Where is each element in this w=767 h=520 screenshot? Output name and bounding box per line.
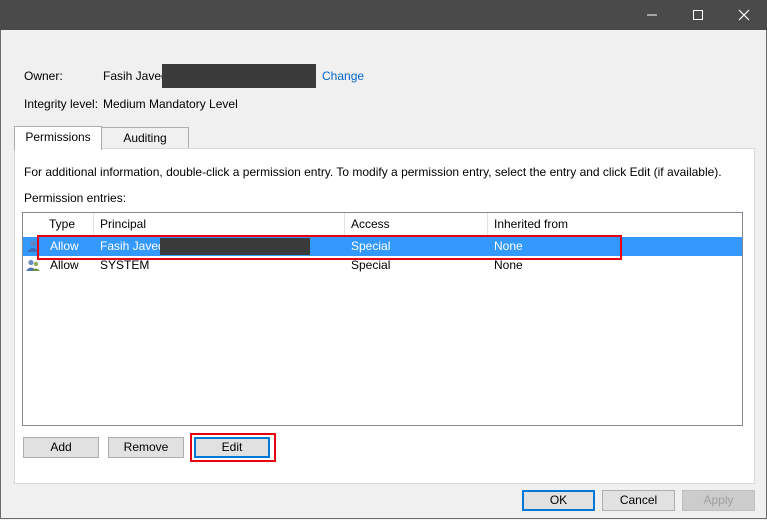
integrity-value: Medium Mandatory Level (103, 97, 238, 111)
edit-button[interactable]: Edit (194, 437, 270, 458)
users-group-icon (26, 259, 40, 271)
apply-button[interactable]: Apply (682, 490, 755, 511)
cell-type: Allow (50, 239, 79, 253)
column-header-type[interactable]: Type (43, 213, 94, 235)
cell-access: Special (351, 258, 391, 272)
title-bar (0, 0, 767, 30)
remove-button[interactable]: Remove (108, 437, 184, 458)
column-header-principal[interactable]: Principal (94, 213, 345, 235)
change-owner-link[interactable]: Change (322, 69, 364, 83)
add-button[interactable]: Add (23, 437, 99, 458)
column-header-access[interactable]: Access (345, 213, 488, 235)
tab-auditing[interactable]: Auditing (101, 127, 189, 149)
cell-principal: SYSTEM (100, 258, 150, 272)
cell-inherited: None (494, 239, 523, 253)
maximize-button[interactable] (675, 0, 721, 30)
tab-permissions[interactable]: Permissions (14, 126, 102, 150)
redaction-bar (162, 64, 316, 88)
info-text: For additional information, double-click… (24, 165, 722, 179)
column-header-inherited[interactable]: Inherited from (488, 213, 742, 235)
owner-name: Fasih Javed (103, 69, 168, 83)
user-icon (27, 240, 39, 252)
table-row[interactable]: Allow SYSTEM Special None (23, 256, 742, 275)
ok-button[interactable]: OK (522, 490, 595, 511)
cell-principal: Fasih Javed (100, 239, 165, 253)
close-button[interactable] (721, 0, 767, 30)
maximize-icon (693, 10, 703, 20)
redaction-bar (160, 238, 310, 255)
close-icon (738, 9, 750, 21)
cell-type: Allow (50, 258, 79, 272)
minimize-button[interactable] (629, 0, 675, 30)
permission-entries-label: Permission entries: (24, 191, 127, 205)
permission-entries-list[interactable]: Type Principal Access Inherited from All… (22, 212, 743, 426)
integrity-label: Integrity level: (24, 97, 99, 111)
owner-label: Owner: (24, 69, 63, 83)
cancel-button[interactable]: Cancel (602, 490, 675, 511)
cell-access: Special (351, 239, 391, 253)
cell-inherited: None (494, 258, 523, 272)
table-row[interactable]: Allow Fasih Javed Special None (23, 237, 742, 256)
minimize-icon (647, 14, 657, 16)
